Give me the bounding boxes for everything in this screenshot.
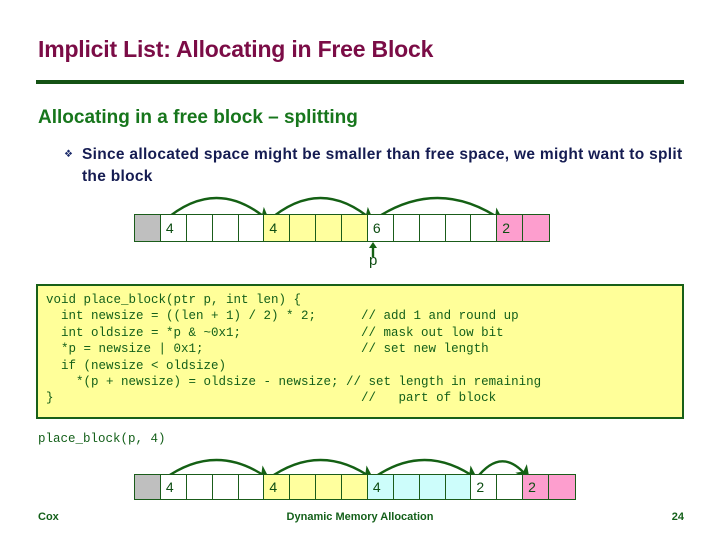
title-divider bbox=[36, 80, 684, 84]
memory-cell bbox=[238, 215, 265, 241]
memory-cell-row-before: 4 4 6 2 bbox=[134, 214, 550, 242]
memory-cell bbox=[316, 215, 342, 241]
memory-cell: 2 bbox=[471, 475, 498, 499]
code-block: void place_block(ptr p, int len) { int n… bbox=[36, 284, 684, 419]
memory-cell: 4 bbox=[160, 215, 187, 241]
memory-cell: 2 bbox=[497, 215, 524, 241]
memory-diagram-after: 4 4 4 2 2 bbox=[134, 458, 584, 503]
memory-cell bbox=[342, 215, 368, 241]
memory-cell bbox=[290, 475, 317, 499]
memory-diagram-before: 4 4 6 2 p bbox=[134, 196, 574, 274]
memory-cell bbox=[419, 475, 446, 499]
memory-cell: 4 bbox=[264, 475, 291, 499]
bullet-item: ❖ Since allocated space might be smaller… bbox=[64, 144, 684, 188]
slide: Implicit List: Allocating in Free Block … bbox=[0, 0, 720, 540]
bullet-marker-icon: ❖ bbox=[64, 149, 73, 160]
memory-cell bbox=[393, 475, 420, 499]
code-text: void place_block(ptr p, int len) { int n… bbox=[46, 293, 542, 406]
memory-cell bbox=[316, 475, 342, 499]
memory-cell bbox=[419, 215, 446, 241]
footer-title: Dynamic Memory Allocation bbox=[286, 511, 434, 523]
memory-cell bbox=[549, 475, 575, 499]
pointer-arrow-icon bbox=[369, 242, 377, 257]
memory-cell bbox=[342, 475, 368, 499]
memory-cell bbox=[471, 215, 498, 241]
memory-cell: 6 bbox=[367, 215, 394, 241]
memory-cell bbox=[212, 215, 239, 241]
section-subheading: Allocating in a free block – splitting bbox=[38, 107, 358, 128]
memory-cell bbox=[523, 215, 549, 241]
memory-cell: 2 bbox=[523, 475, 549, 499]
function-call-label: place_block(p, 4) bbox=[38, 432, 166, 446]
memory-cell bbox=[393, 215, 420, 241]
memory-cell: 4 bbox=[367, 475, 394, 499]
memory-cell bbox=[445, 215, 472, 241]
memory-cell: 4 bbox=[264, 215, 291, 241]
memory-cell-row-after: 4 4 4 2 2 bbox=[134, 474, 576, 500]
memory-cell bbox=[445, 475, 472, 499]
page-title: Implicit List: Allocating in Free Block bbox=[38, 36, 434, 62]
memory-cell: 4 bbox=[160, 475, 187, 499]
bullet-text: Since allocated space might be smaller t… bbox=[81, 146, 683, 185]
memory-cell bbox=[135, 215, 161, 241]
memory-cell bbox=[497, 475, 524, 499]
pointer-label: p bbox=[369, 252, 378, 269]
memory-cell bbox=[290, 215, 317, 241]
memory-cell bbox=[135, 475, 161, 499]
memory-cell bbox=[186, 215, 213, 241]
memory-cell bbox=[238, 475, 265, 499]
memory-cell bbox=[186, 475, 213, 499]
footer-page-number: 24 bbox=[671, 511, 684, 523]
memory-cell bbox=[212, 475, 239, 499]
